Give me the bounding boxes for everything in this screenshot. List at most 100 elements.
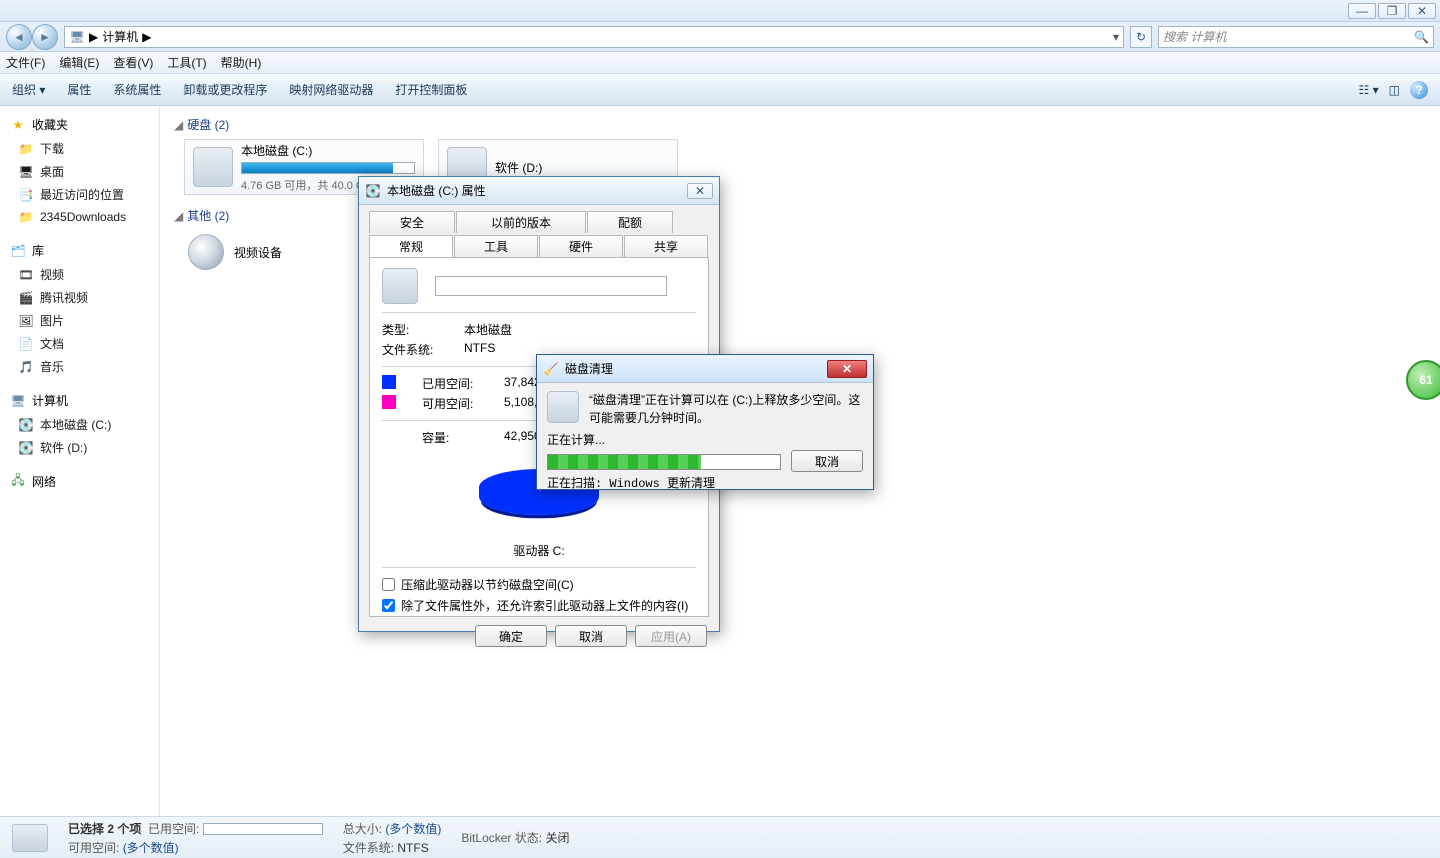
maximize-button[interactable]: ❐	[1378, 3, 1406, 19]
tb-system-properties[interactable]: 系统属性	[113, 81, 161, 98]
tb-control-panel[interactable]: 打开控制面板	[395, 81, 467, 98]
menu-file[interactable]: 文件(F)	[6, 54, 45, 71]
menu-help[interactable]: 帮助(H)	[221, 54, 262, 71]
menu-tools[interactable]: 工具(T)	[167, 54, 206, 71]
properties-close-button[interactable]: ✕	[687, 183, 713, 199]
folder-icon: 📁	[18, 209, 34, 225]
cleanup-titlebar[interactable]: 🧹 磁盘清理 ✕	[537, 355, 873, 383]
menu-view[interactable]: 查看(V)	[113, 54, 153, 71]
star-icon: ★	[10, 117, 26, 133]
volume-name-input[interactable]	[435, 276, 667, 296]
index-checkbox[interactable]: 除了文件属性外，还允许索引此驱动器上文件的内容(I)	[382, 597, 696, 614]
preview-pane-icon[interactable]: ◫	[1389, 83, 1400, 97]
status-filesystem-label: 文件系统:	[343, 841, 394, 855]
sidebar-item-recent[interactable]: 📑最近访问的位置	[0, 183, 159, 206]
help-icon[interactable]: ?	[1410, 81, 1428, 99]
search-placeholder: 搜索 计算机	[1163, 28, 1226, 45]
status-bitlocker-value: 关闭	[545, 831, 569, 845]
sidebar-item-desktop[interactable]: 🖥桌面	[0, 160, 159, 183]
tab-previous-versions[interactable]: 以前的版本	[456, 211, 586, 233]
sidebar-item-videos[interactable]: 🎞视频	[0, 263, 159, 286]
library-icon: 🗂	[10, 243, 26, 259]
camera-icon	[188, 234, 224, 270]
status-filesystem-value: NTFS	[397, 841, 428, 855]
tab-sharing[interactable]: 共享	[624, 235, 708, 257]
cleanup-progress-bar	[547, 454, 781, 470]
used-swatch	[382, 375, 396, 389]
collapse-icon: ◢	[174, 118, 183, 132]
music-icon: 🎵	[18, 359, 34, 375]
status-bitlocker-label: BitLocker 状态:	[461, 831, 542, 845]
desktop-icon: 🖥	[18, 164, 34, 180]
used-label: 已用空间:	[422, 375, 484, 392]
sidebar: ★收藏夹 📁下载 🖥桌面 📑最近访问的位置 📁2345Downloads 🗂库 …	[0, 106, 160, 816]
sidebar-group-favorites[interactable]: ★收藏夹	[0, 112, 159, 137]
address-bar[interactable]: 🖥 ▶ 计算机 ▶ ▾	[64, 26, 1124, 48]
type-label: 类型:	[382, 321, 444, 338]
sidebar-item-d-drive[interactable]: 💽软件 (D:)	[0, 436, 159, 459]
minimize-button[interactable]: —	[1348, 3, 1376, 19]
properties-titlebar[interactable]: 💽 本地磁盘 (C:) 属性 ✕	[359, 177, 719, 205]
breadcrumb-sep: ▶	[142, 30, 151, 44]
address-dropdown-icon[interactable]: ▾	[1113, 30, 1119, 44]
recent-icon: 📑	[18, 187, 34, 203]
breadcrumb-sep: ▶	[89, 30, 98, 44]
compress-checkbox[interactable]: 压缩此驱动器以节约磁盘空间(C)	[382, 576, 696, 593]
menu-bar: 文件(F) 编辑(E) 查看(V) 工具(T) 帮助(H)	[0, 52, 1440, 74]
cleanup-cancel-button[interactable]: 取消	[791, 450, 863, 472]
menu-edit[interactable]: 编辑(E)	[59, 54, 99, 71]
sidebar-item-downloads[interactable]: 📁下载	[0, 137, 159, 160]
cleanup-calculating-label: 正在计算...	[547, 431, 863, 448]
sidebar-item-documents[interactable]: 📄文档	[0, 332, 159, 355]
properties-ok-button[interactable]: 确定	[475, 625, 547, 647]
tab-hardware[interactable]: 硬件	[539, 235, 623, 257]
sidebar-item-2345downloads[interactable]: 📁2345Downloads	[0, 206, 159, 228]
status-free-label: 可用空间:	[68, 841, 119, 855]
properties-tabs: 安全 以前的版本 配额 常规 工具 硬件 共享	[359, 205, 719, 257]
tab-security[interactable]: 安全	[369, 211, 455, 233]
tab-quota[interactable]: 配额	[587, 211, 673, 233]
tab-tools[interactable]: 工具	[454, 235, 538, 257]
tb-uninstall[interactable]: 卸载或更改程序	[183, 81, 267, 98]
device-camera[interactable]: 视频设备	[184, 230, 286, 274]
fs-label: 文件系统:	[382, 341, 444, 358]
sidebar-item-music[interactable]: 🎵音乐	[0, 355, 159, 378]
sidebar-item-computer[interactable]: 🖥计算机	[0, 388, 159, 413]
tb-properties[interactable]: 属性	[67, 81, 91, 98]
address-row: ◄ ► 🖥 ▶ 计算机 ▶ ▾ ↻ 搜索 计算机 🔍	[0, 22, 1440, 52]
nav-forward-button[interactable]: ►	[32, 24, 58, 50]
properties-apply-button[interactable]: 应用(A)	[635, 625, 707, 647]
sidebar-item-c-drive[interactable]: 💽本地磁盘 (C:)	[0, 413, 159, 436]
search-icon: 🔍	[1414, 30, 1429, 44]
sidebar-item-network[interactable]: 🖧网络	[0, 469, 159, 494]
status-used-bar	[203, 823, 323, 835]
drive-d-name: 软件 (D:)	[495, 159, 669, 176]
status-disk-icon	[12, 824, 48, 852]
tab-general[interactable]: 常规	[369, 235, 453, 257]
floating-badge[interactable]: 61	[1406, 360, 1440, 400]
computer-icon: 🖥	[69, 29, 85, 45]
status-used-label: 已用空间:	[148, 822, 199, 836]
tb-organize[interactable]: 组织 ▾	[12, 81, 45, 98]
close-button[interactable]: ✕	[1408, 3, 1436, 19]
cleanup-close-button[interactable]: ✕	[827, 360, 867, 378]
toolbar: 组织 ▾ 属性 系统属性 卸载或更改程序 映射网络驱动器 打开控制面板 ☷ ▾ …	[0, 74, 1440, 106]
sidebar-group-libraries[interactable]: 🗂库	[0, 238, 159, 263]
category-hdd[interactable]: ◢硬盘 (2)	[170, 112, 1430, 137]
view-mode-icon[interactable]: ☷ ▾	[1359, 83, 1379, 97]
search-input[interactable]: 搜索 计算机 🔍	[1158, 26, 1434, 48]
nav-back-button[interactable]: ◄	[6, 24, 32, 50]
properties-cancel-button[interactable]: 取消	[555, 625, 627, 647]
tb-map-drive[interactable]: 映射网络驱动器	[289, 81, 373, 98]
cleanup-icon: 🧹	[543, 361, 559, 377]
disk-cleanup-dialog: 🧹 磁盘清理 ✕ “磁盘清理”正在计算可以在 (C:)上释放多少空间。这可能需要…	[536, 354, 874, 490]
drive-c-name: 本地磁盘 (C:)	[241, 142, 415, 159]
sidebar-item-pictures[interactable]: 🖼图片	[0, 309, 159, 332]
cleanup-scan-line: 正在扫描: Windows 更新清理	[547, 474, 863, 491]
refresh-button[interactable]: ↻	[1130, 26, 1152, 48]
free-swatch	[382, 395, 396, 409]
type-value: 本地磁盘	[464, 321, 512, 338]
fs-value: NTFS	[464, 341, 495, 358]
breadcrumb-root[interactable]: 计算机	[102, 28, 138, 45]
sidebar-item-tencent[interactable]: 🎬腾讯视频	[0, 286, 159, 309]
